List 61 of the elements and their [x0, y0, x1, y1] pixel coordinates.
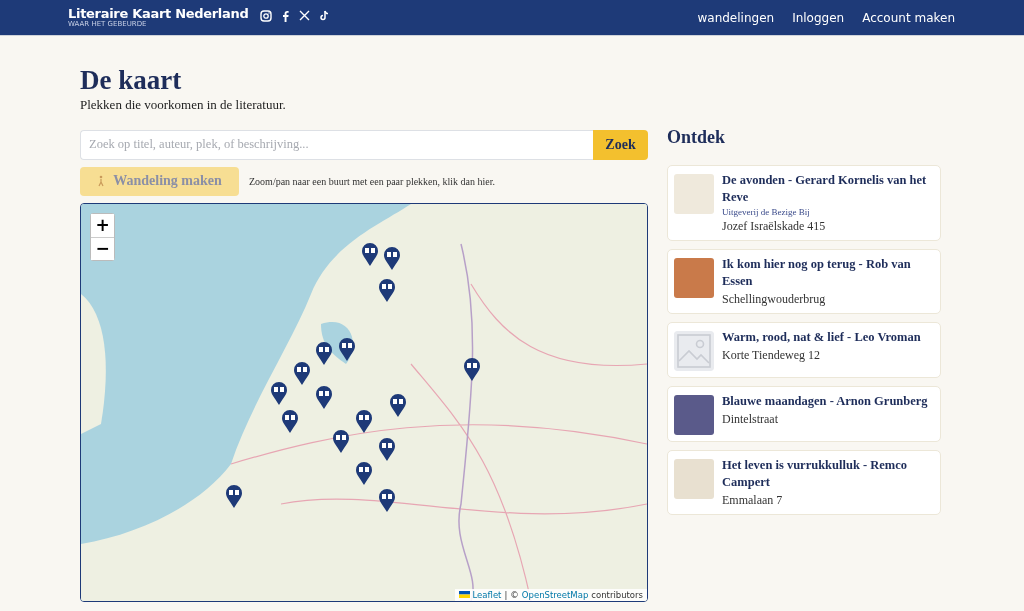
book-title[interactable]: De avonden - Gerard Kornelis van het Reve	[722, 171, 934, 206]
discover-card[interactable]: Warm, rood, nat & lief - Leo Vroman Korte Tiendeweg 12	[667, 322, 941, 379]
music-note-icon[interactable]	[320, 10, 331, 21]
cover-photo-placeholder	[674, 395, 714, 436]
search-field[interactable]: Zoek op titel, auteur, plek, of beschrijving...	[80, 129, 593, 160]
book-marker-icon[interactable]	[315, 385, 334, 411]
book-marker-icon[interactable]	[377, 436, 396, 462]
page-subtitle: Plekken die voorkomen in de literatuur.	[80, 96, 287, 113]
attribution-text: contributors	[591, 589, 643, 600]
book-title[interactable]: Ik kom hier nog op terug - Rob van Essen	[722, 256, 934, 291]
map-view[interactable]: + − Leaflet | © OpenStreetMap contributors	[80, 202, 648, 602]
book-marker-icon[interactable]	[377, 488, 396, 514]
book-marker-icon[interactable]	[462, 357, 481, 383]
book-marker-icon[interactable]	[355, 460, 373, 486]
instagram-icon[interactable]	[260, 9, 273, 22]
cover-photo-placeholder	[674, 459, 714, 500]
book-marker-icon[interactable]	[338, 337, 356, 363]
discover-card[interactable]: Blauwe maandagen - Arnon Grunberg Dintelstraat	[667, 386, 941, 443]
book-marker-icon[interactable]	[224, 484, 243, 510]
cover-photo-placeholder	[674, 258, 714, 299]
place-name: Korte Tiendeweg 12	[722, 348, 821, 364]
search-button[interactable]: Zoek	[593, 129, 648, 160]
nav-link[interactable]: Inloggen	[792, 10, 845, 25]
discover-card[interactable]: De avonden - Gerard Kornelis van het Reve Uitgeverij de Bezige Bij Jozef Israëlskade 415	[667, 164, 941, 242]
place-name: Schellingwouderbrug	[722, 292, 827, 308]
page-title: De kaart	[80, 66, 183, 96]
copyright-sign: ©	[510, 589, 519, 600]
book-marker-icon[interactable]	[292, 361, 311, 387]
facebook-icon[interactable]	[282, 9, 290, 22]
walk-hint: Zoom/pan naar een buurt met een paar plekken, klik dan hier.	[249, 175, 496, 187]
x-logo-icon[interactable]	[299, 10, 311, 21]
nav-link[interactable]: Account maken	[862, 10, 955, 25]
place-name: Jozef Israëlskade 415	[722, 219, 827, 235]
openstreetmap-link[interactable]: OpenStreetMap	[521, 589, 589, 600]
book-marker-icon[interactable]	[360, 242, 379, 268]
book-marker-icon[interactable]	[355, 408, 373, 434]
discover-card[interactable]: Het leven is vurrukkulluk - Remco Campert Emmalaan 7	[667, 450, 941, 515]
book-marker-icon[interactable]	[315, 341, 334, 367]
cover-photo-placeholder	[674, 173, 714, 214]
walking-person-icon	[97, 175, 106, 188]
book-title[interactable]: Het leven is vurrukkulluk - Remco Campert	[722, 457, 934, 491]
book-title[interactable]: Warm, rood, nat & lief - Leo Vroman	[722, 329, 921, 347]
book-marker-icon[interactable]	[281, 408, 300, 434]
flag-icon	[458, 591, 470, 599]
book-marker-icon[interactable]	[377, 277, 396, 303]
site-title[interactable]: Literaire Kaart Nederland	[68, 7, 249, 20]
attribution-separator: |	[504, 589, 508, 600]
section-title: Ontdek	[667, 126, 727, 148]
book-marker-icon[interactable]	[383, 246, 402, 272]
book-marker-icon[interactable]	[332, 428, 351, 454]
place-name: Dintelstraat	[722, 412, 779, 428]
place-name: Emmalaan 7	[722, 492, 784, 508]
discover-card[interactable]: Ik kom hier nog op terug - Rob van Essen Schellingwouderbrug	[667, 249, 941, 315]
book-marker-icon[interactable]	[270, 381, 289, 407]
nav-link[interactable]: wandelingen	[697, 10, 775, 25]
image-placeholder-icon	[674, 331, 714, 372]
zoom-out-button[interactable]: −	[91, 236, 114, 260]
publisher-name: Uitgeverij de Bezige Bij	[722, 207, 811, 218]
book-marker-icon[interactable]	[388, 393, 407, 419]
leaflet-link[interactable]: Leaflet	[472, 589, 502, 600]
book-title[interactable]: Blauwe maandagen - Arnon Grunberg	[722, 393, 928, 411]
